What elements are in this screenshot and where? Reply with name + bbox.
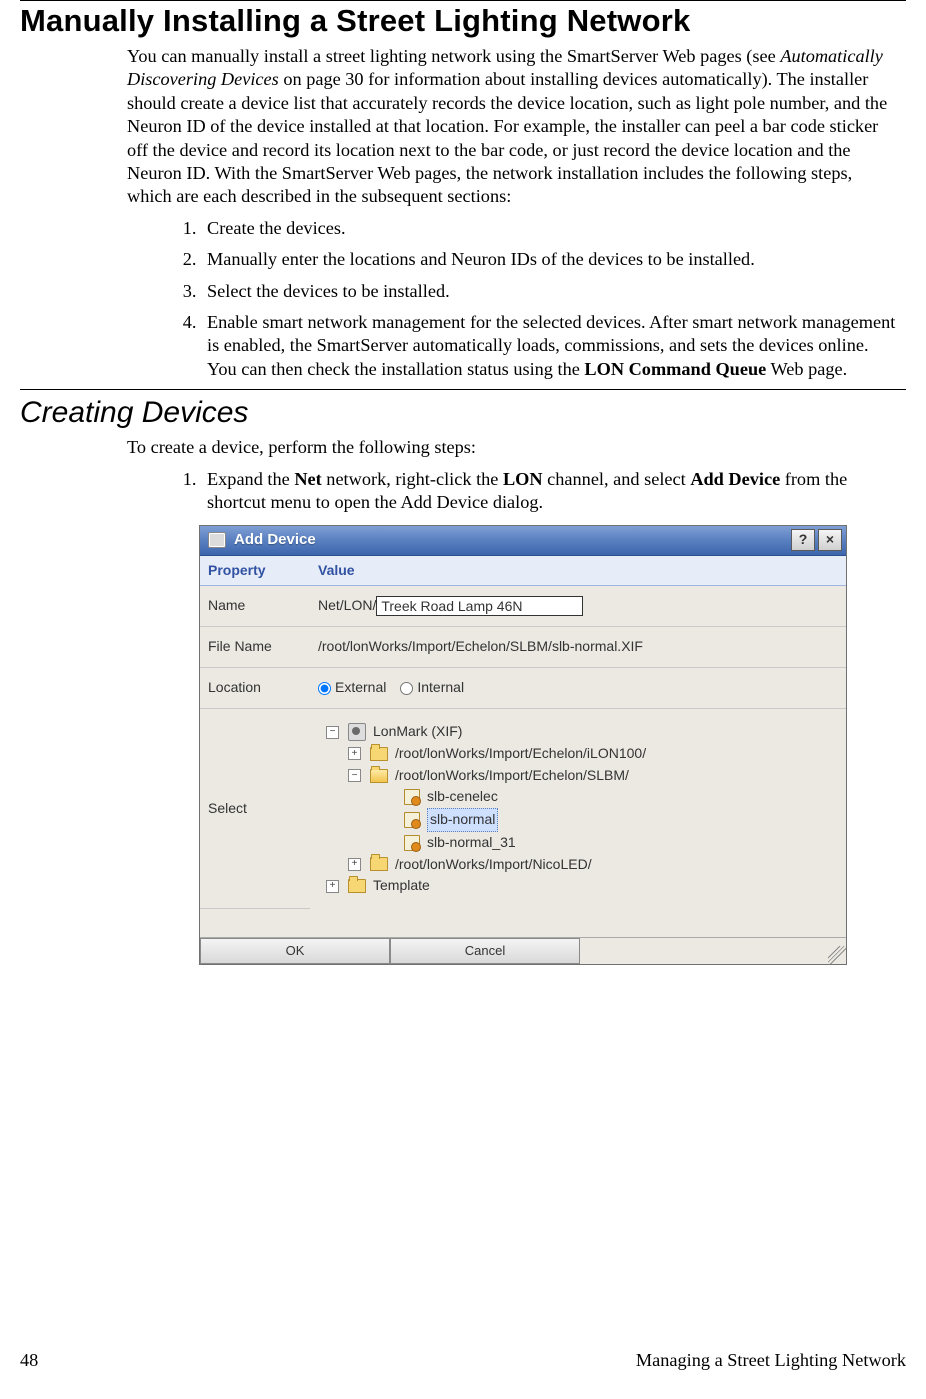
radio-external-label: External: [335, 679, 386, 697]
cancel-button[interactable]: Cancel: [390, 938, 580, 964]
sub-intro: To create a device, perform the followin…: [127, 436, 898, 459]
s1-b2: LON: [503, 469, 543, 489]
dialog-button-bar: OK Cancel: [200, 937, 846, 964]
folder-open-icon: [370, 769, 388, 783]
tree-folder-nicoled[interactable]: /root/lonWorks/Import/NicoLED/: [395, 854, 592, 876]
resize-grip[interactable]: [828, 946, 846, 964]
tree-xif-normal31[interactable]: slb-normal_31: [427, 832, 516, 854]
select-label: Select: [200, 709, 310, 909]
intro-paragraph: You can manually install a street lighti…: [127, 45, 898, 209]
dialog-icon: [208, 532, 226, 548]
name-label: Name: [200, 586, 310, 627]
folder-icon: [348, 879, 366, 893]
xif-tree[interactable]: − LonMark (XIF) + /root/lonWorks/Import/Ec…: [318, 717, 646, 901]
help-button[interactable]: ?: [791, 529, 815, 551]
location-value-cell: External Internal: [310, 668, 846, 709]
name-value-cell: Net/LON/: [310, 586, 846, 627]
xif-icon: [404, 812, 420, 828]
step4-bold: LON Command Queue: [584, 359, 766, 379]
intro-post: on page 30 for information about install…: [127, 69, 887, 206]
tree-folder-ilon100[interactable]: /root/lonWorks/Import/Echelon/iLON100/: [395, 743, 646, 765]
collapse-icon[interactable]: −: [348, 769, 361, 782]
footer-title: Managing a Street Lighting Network: [636, 1350, 906, 1371]
step-item: Enable smart network management for the …: [201, 311, 898, 381]
radio-external[interactable]: [318, 682, 331, 695]
xif-icon: [404, 835, 420, 851]
filename-value: /root/lonWorks/Import/Echelon/SLBM/slb-n…: [310, 627, 846, 668]
folder-icon: [370, 747, 388, 761]
location-internal[interactable]: Internal: [400, 679, 464, 697]
step4-post: Web page.: [766, 359, 847, 379]
step-item: Select the devices to be installed.: [201, 280, 898, 303]
folder-icon: [370, 857, 388, 871]
section-heading: Manually Installing a Street Lighting Ne…: [20, 3, 906, 39]
tree-template[interactable]: Template: [373, 875, 430, 897]
radio-internal-label: Internal: [417, 679, 464, 697]
close-button[interactable]: ×: [818, 529, 842, 551]
dialog-title: Add Device: [234, 530, 788, 549]
intro-pre: You can manually install a street lighti…: [127, 46, 780, 66]
radio-internal[interactable]: [400, 682, 413, 695]
add-device-dialog: Add Device ? × Property Value Name Net/L…: [199, 525, 847, 965]
create-steps-list: Expand the Net network, right-click the …: [127, 468, 898, 515]
location-label: Location: [200, 668, 310, 709]
lonmark-icon: [348, 723, 366, 741]
dialog-titlebar[interactable]: Add Device ? ×: [200, 526, 846, 556]
s1-p1: Expand the: [207, 469, 294, 489]
subsection-heading: Creating Devices: [20, 396, 906, 430]
page-number: 48: [20, 1350, 38, 1371]
step-item: Create the devices.: [201, 217, 898, 240]
step-item: Manually enter the locations and Neuron …: [201, 248, 898, 271]
step-item: Expand the Net network, right-click the …: [201, 468, 898, 515]
select-tree-cell: − LonMark (XIF) + /root/lonWorks/Import/Ec…: [310, 709, 846, 909]
s1-p3: channel, and select: [543, 469, 691, 489]
collapse-icon[interactable]: −: [326, 726, 339, 739]
expand-icon[interactable]: +: [348, 858, 361, 871]
expand-icon[interactable]: +: [348, 747, 361, 760]
tree-root[interactable]: LonMark (XIF): [373, 721, 462, 743]
ok-button[interactable]: OK: [200, 938, 390, 964]
s1-p2: network, right-click the: [322, 469, 503, 489]
s1-b3: Add Device: [690, 469, 780, 489]
name-prefix: Net/LON/: [318, 597, 376, 615]
install-steps-list: Create the devices. Manually enter the l…: [127, 217, 898, 381]
device-name-input[interactable]: [376, 596, 583, 616]
location-external[interactable]: External: [318, 679, 386, 697]
tree-xif-cenelec[interactable]: slb-cenelec: [427, 786, 498, 808]
col-property: Property: [200, 556, 310, 587]
tree-xif-normal-selected[interactable]: slb-normal: [427, 808, 498, 832]
expand-icon[interactable]: +: [326, 880, 339, 893]
tree-folder-slbm[interactable]: /root/lonWorks/Import/Echelon/SLBM/: [395, 765, 629, 787]
col-value: Value: [310, 556, 846, 587]
filename-label: File Name: [200, 627, 310, 668]
s1-b1: Net: [294, 469, 321, 489]
xif-icon: [404, 789, 420, 805]
